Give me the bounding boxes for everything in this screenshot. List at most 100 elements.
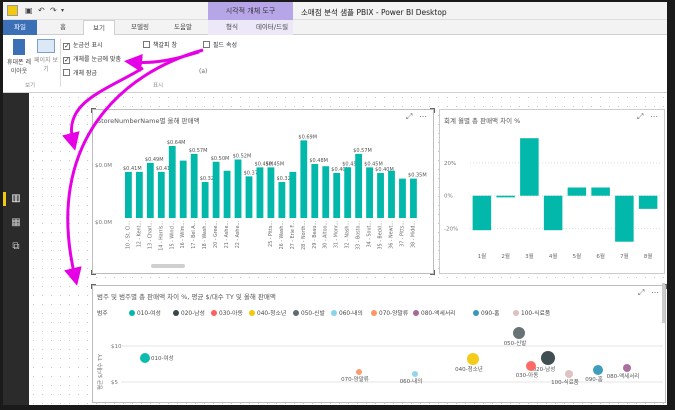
show-gridlines-checkbox[interactable]: ✓ 눈금선 표시 <box>63 40 103 50</box>
tab-data-drill[interactable]: 데이터/드릴 <box>251 20 293 35</box>
powerbi-logo-icon <box>7 5 18 16</box>
bar <box>256 167 264 218</box>
resize-handle[interactable] <box>91 108 96 113</box>
variance-visual[interactable]: 회계 월별 총 판매액 차이 % ⤢ ⋯ 20% 0% -20% 1월 2월 3월 4월 5월… <box>439 109 665 274</box>
window-title: 소매점 분석 샘플 PBIX - Power BI Desktop <box>301 8 447 17</box>
phone-layout-button[interactable]: 휴대폰 레이아웃 <box>5 39 33 75</box>
x-tick-label: 2월 <box>501 252 510 260</box>
report-view-icon[interactable]: ▥ <box>9 193 23 205</box>
bar <box>366 167 373 218</box>
bar <box>615 195 634 242</box>
bar <box>223 170 231 218</box>
x-tick-label: 5월 <box>573 252 582 260</box>
point-label: 050-신발 <box>504 339 527 347</box>
x-tick-label: 33 - Bosto... <box>356 221 362 250</box>
point-label: 030-아동 <box>516 371 539 379</box>
x-tick-label: 17 - Bel A... <box>191 221 197 249</box>
field-properties-label: 필드 속성 <box>213 42 237 49</box>
tab-help[interactable]: 도움말 <box>165 20 201 35</box>
bar-data-label: $0.35M <box>408 173 427 179</box>
x-tick-label: 21 - Ashe... <box>224 221 230 248</box>
page-view-button[interactable]: 페이지 보기 <box>33 39 59 73</box>
bookmarks-pane-checkbox[interactable]: 책갈피 창 <box>143 40 177 49</box>
resize-handle[interactable] <box>91 270 96 275</box>
checkbox-empty-icon <box>63 69 70 76</box>
bar <box>146 162 154 218</box>
page-view-icon <box>37 39 55 53</box>
y-tick-label: -20% <box>444 227 458 233</box>
x-tick-label: 37 - Pitts... <box>399 221 405 247</box>
resize-handle[interactable] <box>91 284 96 289</box>
save-icon[interactable]: ▣ <box>25 6 34 15</box>
bar <box>567 187 587 196</box>
page-view-label: 페이지 보기 <box>34 57 58 73</box>
quick-access-dropdown-icon[interactable]: ▾ <box>61 6 70 15</box>
tab-format[interactable]: 형식 <box>217 20 247 35</box>
tab-home[interactable]: 홈 <box>47 20 79 35</box>
y-tick-label: 20% <box>444 161 456 167</box>
field-properties-checkbox[interactable]: 필드 속성 <box>203 40 237 49</box>
scatter-point <box>356 369 362 375</box>
y-tick-label: 0% <box>444 194 453 200</box>
bar <box>300 140 308 218</box>
snap-to-grid-checkbox[interactable]: ✓ 개체를 눈금에 맞춤 <box>63 54 121 64</box>
bar <box>212 161 220 218</box>
point-label: 060-내의 <box>400 377 423 385</box>
bar <box>472 195 492 231</box>
x-tick-label: 20 - Gree... <box>213 221 219 248</box>
bar-data-label: $0.69M <box>298 134 317 140</box>
ribbon-divider <box>60 39 61 87</box>
checkbox-checked-icon: ✓ <box>63 56 70 64</box>
resize-handle[interactable] <box>430 108 435 113</box>
lock-objects-checkbox[interactable]: 개체 잠금 <box>63 68 97 77</box>
scatter-chart: 평균 $/대수 TY $10 $5 010-여성 020-남성030-아동 040-… <box>96 327 663 390</box>
scatter-point <box>593 365 603 375</box>
title-bar: ▣ ↶ ↷ ▾ 시각적 개체 도구 소매점 분석 샘플 PBIX - Power… <box>3 2 667 20</box>
bar <box>333 173 341 218</box>
bar <box>190 153 198 218</box>
store-sales-chart: $0.0M $0.0M $0.41M 10 - St. Cl... 12 - Ken… <box>95 134 427 250</box>
x-tick-label: 18 - Wash... <box>202 221 208 249</box>
x-tick-label: 35 - Beckl... <box>378 221 384 249</box>
x-tick-label: 1월 <box>478 252 487 260</box>
bar <box>245 176 253 218</box>
bar-data-label: $0.57M <box>189 148 208 154</box>
tab-file[interactable]: 파일 <box>3 20 37 35</box>
category-scatter-visual[interactable]: 범주 및 범주별 총 판매액 차이 %, 평균 $/대수 TY 및 올해 판매액… <box>91 284 667 403</box>
bar <box>344 167 352 218</box>
bar <box>234 159 242 218</box>
tab-view[interactable]: 보기 <box>83 20 115 35</box>
scatter-ytick: $5 <box>111 380 118 386</box>
redo-icon[interactable]: ↷ <box>50 6 59 15</box>
x-tick-label: 4월 <box>549 252 558 260</box>
x-tick-label: 16 - Wilm... <box>180 221 186 248</box>
bar-data-label: $0.57M <box>353 148 372 154</box>
data-view-icon[interactable]: ▦ <box>9 217 23 229</box>
app-window: ▣ ↶ ↷ ▾ 시각적 개체 도구 소매점 분석 샘플 PBIX - Power… <box>3 2 667 405</box>
selection-suffix: (a) <box>199 68 208 75</box>
tab-modeling[interactable]: 모델링 <box>121 20 159 35</box>
scatter-point <box>565 370 573 378</box>
bar <box>377 173 384 218</box>
bar <box>543 195 563 231</box>
point-label: 020-남성 <box>533 365 556 373</box>
store-sales-visual[interactable]: StoreNumberName별 올해 판매액 ⤢ ⋯ $0.0M $0.0M … <box>91 108 435 275</box>
horizontal-scrollbar[interactable] <box>151 264 185 268</box>
resize-handle[interactable] <box>430 270 435 275</box>
vertical-scrollbar[interactable] <box>662 283 665 323</box>
x-tick-label: 31 - Monr... <box>334 221 340 248</box>
ytick-top: $0.0M <box>95 163 112 169</box>
checkbox-checked-icon: ✓ <box>63 42 70 50</box>
group-label-view: 보기 <box>25 83 36 89</box>
checkbox-empty-icon <box>143 41 150 48</box>
bar-data-label: $0.41M <box>123 166 142 172</box>
bar-data-label: $0.49M <box>145 157 164 163</box>
scatter-point <box>541 351 555 365</box>
nav-selected-indicator <box>3 192 6 206</box>
bar-data-label: $0.64M <box>167 140 186 146</box>
bar <box>496 195 515 198</box>
undo-icon[interactable]: ↶ <box>38 6 47 15</box>
bar-data-label: $0.50M <box>211 156 230 162</box>
model-view-icon[interactable]: ⧉ <box>9 241 23 253</box>
report-canvas[interactable]: StoreNumberName별 올해 판매액 ⤢ ⋯ $0.0M $0.0M … <box>29 93 667 405</box>
